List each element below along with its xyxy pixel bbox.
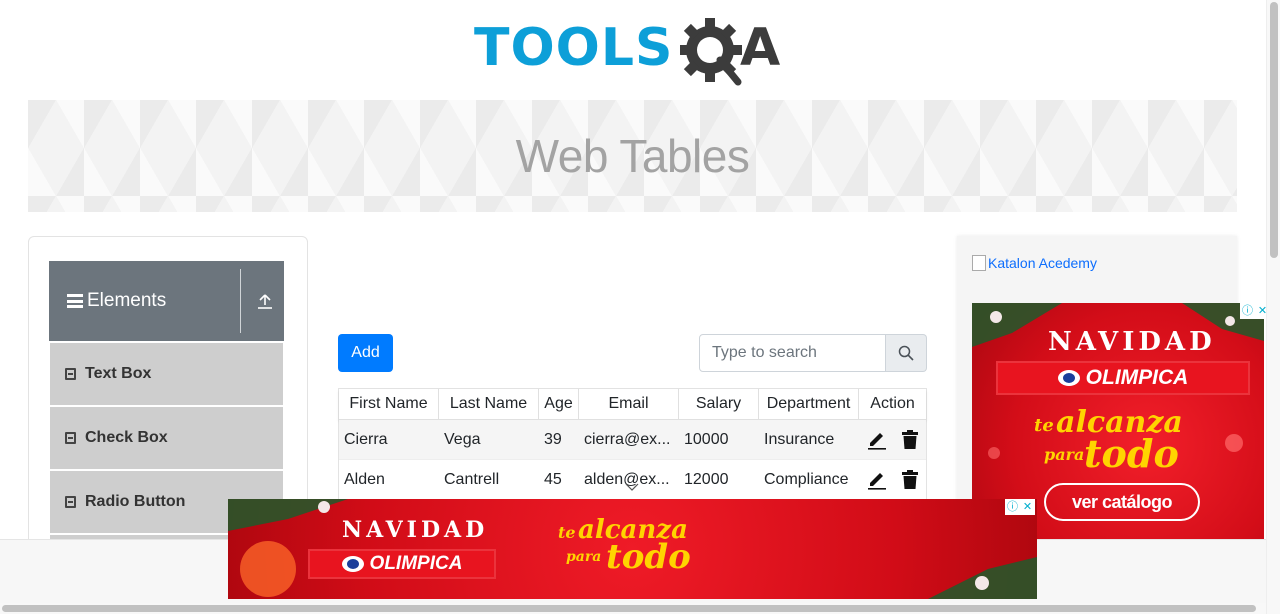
search-button[interactable] [886, 334, 927, 372]
cell-department: Insurance [764, 430, 835, 448]
upload-arrow-icon[interactable] [257, 293, 273, 309]
olimpica-logo-icon [1057, 370, 1080, 386]
ad-slogan-big-2: todo [606, 537, 691, 577]
cell-last-name: Cantrell [444, 470, 500, 488]
broken-image-icon [972, 255, 986, 271]
sidebar-item-text-box[interactable]: Text Box [50, 343, 283, 405]
cell-salary: 10000 [684, 430, 729, 448]
cell-salary: 12000 [684, 470, 729, 488]
table-header: First Name Last Name Age Email Salary De… [339, 389, 926, 420]
column-header-action[interactable]: Action [859, 389, 926, 419]
ad-slogan-small-1: te [558, 523, 576, 542]
scrollbar-thumb[interactable] [2, 605, 1256, 612]
cell-age: 45 [544, 470, 562, 488]
pencil-icon[interactable] [867, 470, 887, 490]
pencil-icon[interactable] [867, 430, 887, 450]
ad-headline: NAVIDAD [342, 517, 489, 543]
scrollbar-thumb[interactable] [1270, 2, 1278, 258]
trash-icon[interactable] [901, 429, 919, 450]
form-icon [65, 496, 76, 508]
logo-text-tools: TOOLS [474, 18, 674, 78]
ad-slogan-small-2: para [1044, 445, 1085, 464]
ver-catalogo-button[interactable]: ver catálogo [1044, 483, 1200, 521]
column-header-salary[interactable]: Salary [679, 389, 759, 419]
sidebar-item-label: Text Box [85, 365, 152, 382]
ad-slogan-big-2: todo [1084, 431, 1179, 476]
hamburger-icon [67, 294, 83, 308]
cell-actions [859, 469, 926, 490]
ad-brand: OLIMPICA [308, 549, 496, 579]
ad-brand-text: OLIMPICA [1085, 366, 1189, 389]
column-header-department[interactable]: Department [759, 389, 859, 419]
logo-text-a: A [740, 18, 781, 78]
sidebar-item-label: Radio Button [85, 493, 186, 510]
katalon-image-alt: Katalon Acedemy [988, 255, 1097, 271]
search-icon [898, 345, 914, 361]
form-icon [65, 432, 76, 444]
cell-last-name: Vega [444, 430, 481, 448]
column-header-first-name[interactable]: First Name [339, 389, 439, 419]
column-header-age[interactable]: Age [539, 389, 579, 419]
horizontal-scrollbar[interactable] [0, 603, 1266, 614]
sidebar-group-title: Elements [87, 290, 167, 311]
gear-magnifier-icon [680, 18, 742, 86]
cell-actions [859, 429, 926, 450]
info-icon[interactable]: ⓘ [1240, 303, 1255, 319]
sidebar-item-check-box[interactable]: Check Box [50, 407, 283, 469]
cell-age: 39 [544, 430, 562, 448]
column-header-email[interactable]: Email [579, 389, 679, 419]
ad-brand: OLIMPICA [996, 361, 1250, 395]
column-header-last-name[interactable]: Last Name [439, 389, 539, 419]
form-icon [65, 368, 76, 380]
sidebar-item-label: Check Box [85, 429, 168, 446]
chevron-down-icon[interactable] [624, 482, 640, 492]
table-row: Cierra Vega 39 cierra@ex... 10000 Insura… [339, 420, 926, 460]
katalon-academy-link[interactable]: Katalon Acedemy [972, 255, 1097, 271]
page-title: Web Tables [515, 130, 750, 182]
page-banner: Web Tables [28, 100, 1237, 212]
info-icon[interactable]: ⓘ [1005, 499, 1020, 515]
olimpica-logo-icon [341, 556, 364, 572]
search-input[interactable] [699, 334, 886, 372]
header-divider [240, 269, 241, 333]
trash-icon[interactable] [901, 469, 919, 490]
ad-choices[interactable]: ⓘ ✕ [1005, 499, 1035, 515]
ad-slogan-small-2: para [566, 549, 602, 565]
toolsqa-logo[interactable]: TOOLS A [474, 16, 796, 92]
table-row: Alden Cantrell 45 alden@ex... 12000 Comp… [339, 460, 926, 500]
add-button[interactable]: Add [338, 334, 393, 372]
vertical-scrollbar[interactable] [1266, 0, 1280, 614]
cell-first-name: Cierra [344, 430, 388, 448]
cell-email: cierra@ex... [584, 430, 671, 448]
ad-brand-text: OLIMPICA [369, 553, 463, 574]
cell-first-name: Alden [344, 470, 385, 488]
bottom-advertisement[interactable]: NAVIDAD OLIMPICA te alcanza para todo [228, 499, 1037, 599]
ad-slogan-small-1: te [1034, 415, 1054, 436]
ad-headline: NAVIDAD [1048, 327, 1216, 357]
sidebar-group-elements[interactable]: Elements [49, 261, 284, 341]
cell-department: Compliance [764, 470, 849, 488]
search-box [699, 334, 927, 372]
close-icon[interactable]: ✕ [1020, 499, 1035, 515]
